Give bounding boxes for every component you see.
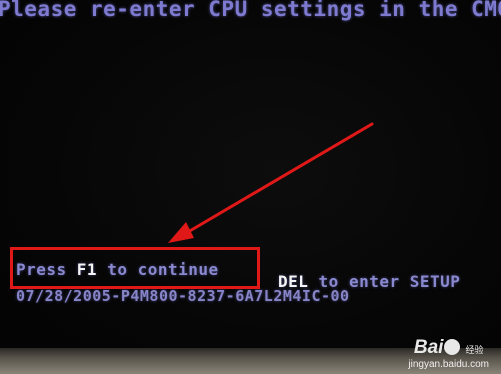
cpu-settings-message: Please re-enter CPU settings in the CMO — [0, 0, 501, 21]
baidu-paw-icon — [444, 339, 461, 355]
baidu-logo-text: Bai — [413, 337, 444, 358]
watermark-url: jingyan.baidu.com — [408, 359, 489, 370]
annotation-arrow-shaft — [186, 122, 374, 234]
annotation-arrow — [168, 122, 374, 243]
annotation-arrow-head — [168, 222, 194, 243]
baidu-watermark: Bai 经验 jingyan.baidu.com — [408, 337, 489, 370]
bios-screen: Please re-enter CPU settings in the CMO … — [0, 0, 501, 374]
jingyan-label: 经验 — [465, 345, 484, 355]
baidu-logo: Bai 经验 — [408, 337, 489, 359]
annotation-highlight-box — [10, 247, 260, 289]
bios-id-string: 07/28/2005-P4M800-8237-6A7L2M4IC-00 — [16, 287, 350, 305]
